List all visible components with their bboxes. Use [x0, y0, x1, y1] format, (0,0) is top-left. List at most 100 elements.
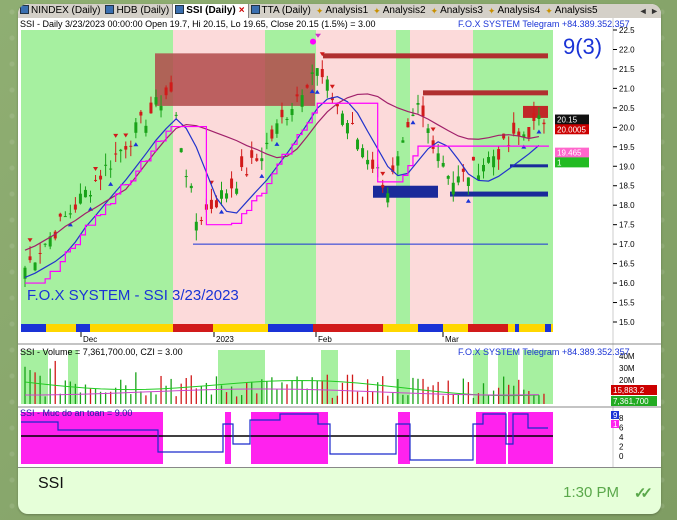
safety-tick-label: 6 [619, 424, 624, 433]
signal-strip [268, 324, 313, 332]
volume-zone [68, 350, 78, 404]
chart-watermark: F.O.X SYSTEM - SSI 3/23/2023 [27, 287, 239, 304]
candle [471, 156, 475, 161]
resistance-line [423, 90, 548, 96]
candle [446, 175, 450, 179]
volume-panel-title: SSI - Volume = 7,361,700.00, CZI = 3.00 [20, 347, 183, 357]
candle [154, 97, 158, 105]
candle [63, 216, 67, 218]
candle [43, 243, 47, 245]
signal-strip [21, 324, 46, 332]
candle [542, 122, 546, 125]
signal-strip [383, 324, 418, 332]
x-tick-label: Dec [83, 335, 97, 344]
candle [285, 118, 289, 120]
candle [290, 109, 294, 116]
safety-zone [225, 412, 231, 464]
signal-strip [313, 324, 383, 332]
candle [149, 102, 153, 114]
x-tick-label: 2023 [216, 335, 234, 344]
candle [421, 105, 425, 117]
safety-zone [508, 412, 553, 464]
signal-strip [213, 324, 268, 332]
safety-zone [21, 412, 163, 464]
candle [260, 158, 264, 162]
safety-panel-title: SSI - Muc do an toan = 9.00 [20, 408, 133, 418]
volume-zone [473, 350, 488, 404]
safety-tick-label: 2 [619, 443, 624, 452]
candle [411, 114, 415, 117]
candle [225, 193, 229, 199]
candle [310, 72, 314, 74]
candle [436, 153, 440, 162]
close-price-tag-text: 20.15 [557, 116, 578, 125]
candle [441, 162, 445, 167]
line-b-tag-text: 19.465 [557, 149, 582, 158]
signal-strip [173, 324, 213, 332]
candle [194, 221, 198, 231]
candle [109, 168, 113, 170]
candle [492, 156, 496, 168]
y-tick-label: 16.0 [619, 279, 635, 288]
safety-tick-label: 0 [619, 452, 624, 461]
candle [68, 213, 72, 215]
signal-strip [468, 324, 508, 332]
candle [361, 148, 365, 158]
candle [482, 164, 485, 172]
candle [527, 127, 531, 138]
price-panel-title-right: F.O.X SYSTEM Telegram +84.389.352.357 [458, 19, 630, 29]
y-tick-label: 22.0 [619, 45, 635, 54]
safety-tag-a-text: 9 [613, 411, 618, 420]
zone [473, 30, 553, 324]
candle [356, 139, 360, 150]
candle [386, 193, 390, 203]
candle [199, 220, 203, 222]
candle [28, 256, 32, 261]
line-a-tag-text: 20.0005 [557, 125, 586, 134]
candle [73, 204, 77, 210]
support-line [450, 191, 548, 197]
candle [235, 188, 239, 194]
support-line [510, 164, 548, 168]
candle [280, 109, 284, 118]
candle [497, 149, 501, 160]
candle [275, 123, 279, 134]
candle [340, 113, 344, 125]
candle [305, 84, 309, 88]
signal-strip [545, 324, 551, 332]
candle [245, 174, 249, 176]
candle [134, 122, 138, 133]
marker-dot [310, 38, 316, 45]
candle [164, 87, 168, 96]
y-tick-label: 17.5 [619, 221, 635, 230]
zone [21, 30, 173, 324]
message-bubble[interactable]: NINDEX (Daily) HDB (Daily) SSI (Daily) × TTA… [18, 4, 661, 514]
safety-zone [398, 412, 410, 464]
candle [89, 195, 92, 197]
candle [466, 177, 470, 187]
candle [351, 122, 354, 124]
chart-canvas: 22.522.021.521.020.520.019.519.018.518.0… [18, 18, 661, 467]
chart-screenshot[interactable]: NINDEX (Daily) HDB (Daily) SSI (Daily) × TTA… [18, 4, 661, 468]
candle [320, 68, 324, 78]
candle [456, 176, 460, 183]
signal-strip [90, 324, 173, 332]
candle [512, 122, 516, 134]
candle [265, 142, 269, 145]
candle [184, 176, 188, 178]
signal-strip [443, 324, 468, 332]
volume-panel-title-right: F.O.X SYSTEM Telegram +84.389.352.357 [458, 347, 630, 357]
resistance-zone [155, 53, 315, 106]
candle [220, 190, 223, 199]
candle [139, 111, 143, 116]
candle [451, 182, 455, 195]
candle [174, 114, 178, 116]
y-tick-label: 17.0 [619, 240, 635, 249]
candle [426, 128, 430, 133]
candle [124, 146, 128, 150]
resistance-line [323, 53, 548, 59]
volume-tick-label: 30M [619, 364, 635, 373]
message-time: 1:30 PM [563, 484, 619, 501]
candle [416, 103, 420, 105]
signal-strip [46, 324, 76, 332]
